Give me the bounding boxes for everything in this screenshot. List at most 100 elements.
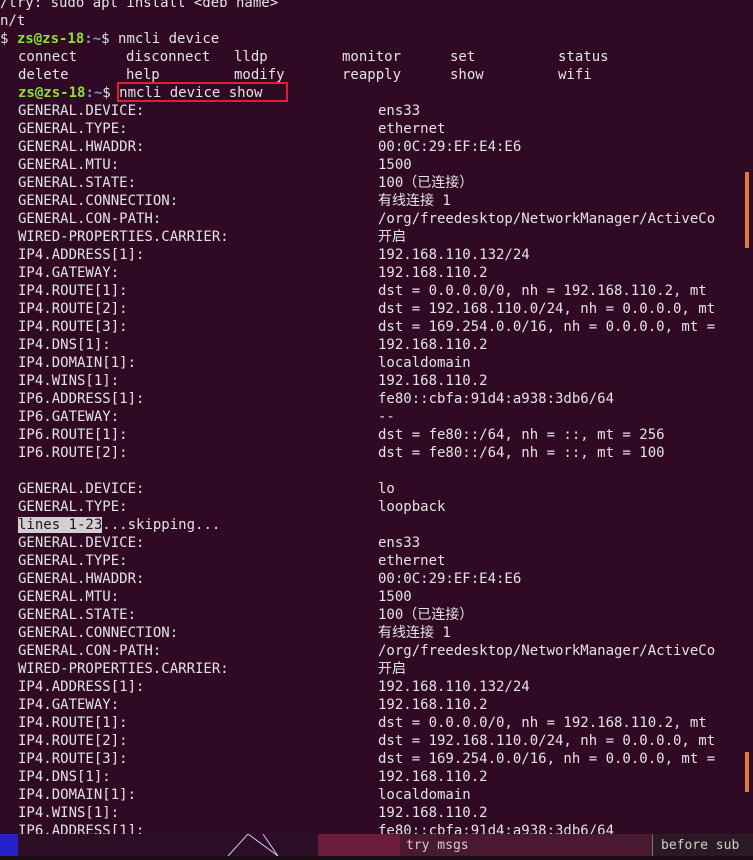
property-line: IP4.WINS[1]: 192.168.110.2 bbox=[0, 804, 488, 822]
property-key: IP4.DOMAIN[1]: bbox=[18, 355, 137, 371]
completion-item: show bbox=[450, 67, 484, 83]
property-key: GENERAL.CONNECTION: bbox=[18, 193, 179, 209]
property-key: GENERAL.HWADDR: bbox=[18, 139, 145, 155]
property-key: GENERAL.DEVICE: bbox=[18, 535, 145, 551]
property-key: IP4.ROUTE[3]: bbox=[18, 751, 128, 767]
property-line: GENERAL.STATE: 100（已连接） bbox=[0, 606, 473, 624]
property-key: IP4.DNS[1]: bbox=[18, 769, 111, 785]
completion-item: reapply bbox=[342, 67, 402, 83]
property-line: IP4.DNS[1]: 192.168.110.2 bbox=[0, 336, 488, 354]
scrollbar-marker[interactable] bbox=[745, 752, 749, 792]
property-value: dst = 192.168.110.0/24, nh = 0.0.0.0, mt bbox=[378, 733, 716, 749]
property-line: GENERAL.HWADDR: 00:0C:29:EF:E4:E6 bbox=[0, 138, 521, 156]
property-line: IP4.GATEWAY: 192.168.110.2 bbox=[0, 264, 488, 282]
property-line: IP4.GATEWAY: 192.168.110.2 bbox=[0, 696, 488, 714]
device-info-block: GENERAL.DEVICE: ens33 GENERAL.TYPE: etherne… bbox=[0, 102, 715, 462]
property-value: 100（已连接） bbox=[378, 175, 474, 191]
device-info-block: GENERAL.DEVICE: ens33 GENERAL.TYPE: etherne… bbox=[0, 534, 715, 834]
background-window-strip[interactable] bbox=[18, 833, 753, 857]
completion-item: monitor bbox=[342, 49, 402, 65]
prompt-user: zs@zs-18 bbox=[16, 31, 85, 47]
scrollbar-marker[interactable] bbox=[745, 172, 749, 248]
property-value: localdomain bbox=[378, 355, 471, 371]
property-value: 192.168.110.132/24 bbox=[378, 679, 530, 695]
property-key: IP6.ADDRESS[1]: bbox=[18, 391, 145, 407]
property-key: IP4.DOMAIN[1]: bbox=[18, 787, 137, 803]
property-value: 192.168.110.2 bbox=[378, 265, 488, 281]
property-line: GENERAL.MTU: 1500 bbox=[0, 156, 412, 174]
property-value: 1500 bbox=[378, 589, 412, 605]
property-value: dst = 169.254.0.0/16, nh = 0.0.0.0, mt = bbox=[378, 751, 716, 767]
property-value: localdomain bbox=[378, 787, 471, 803]
property-line: GENERAL.HWADDR: 00:0C:29:EF:E4:E6 bbox=[0, 570, 521, 588]
pager-status-highlight: lines 1-23 bbox=[18, 517, 103, 533]
property-line: IP6.ROUTE[1]: dst = fe80::/64, nh = ::, m… bbox=[0, 426, 665, 444]
property-key: IP4.DNS[1]: bbox=[18, 337, 111, 353]
property-key: GENERAL.TYPE: bbox=[18, 553, 128, 569]
prompt-line: $ zs@zs-18:~$ nmcli device bbox=[0, 31, 220, 47]
property-value: 192.168.110.2 bbox=[378, 697, 488, 713]
property-value: lo bbox=[378, 481, 395, 497]
property-line: IP4.ROUTE[3]: dst = 169.254.0.0/16, nh = … bbox=[0, 750, 715, 768]
property-line: IP4.DOMAIN[1]: localdomain bbox=[0, 786, 471, 804]
property-key: IP4.ADDRESS[1]: bbox=[18, 679, 145, 695]
property-key: IP6.GATEWAY: bbox=[18, 409, 120, 425]
property-value: -- bbox=[378, 409, 395, 425]
property-value: ethernet bbox=[378, 121, 446, 137]
completion-item: set bbox=[450, 49, 476, 65]
property-value: ens33 bbox=[378, 103, 421, 119]
property-line: IP4.ROUTE[1]: dst = 0.0.0.0/0, nh = 192.1… bbox=[0, 282, 707, 300]
terminal-window[interactable]: /try: sudo apt install <deb name> n/t $ … bbox=[0, 0, 753, 834]
property-line: WIRED-PROPERTIES.CARRIER: 开启 bbox=[0, 660, 406, 678]
property-line: IP4.ROUTE[2]: dst = 192.168.110.0/24, nh … bbox=[0, 732, 715, 750]
completion-item: lldp bbox=[234, 49, 268, 65]
property-value: 192.168.110.2 bbox=[378, 373, 488, 389]
property-value: 192.168.110.2 bbox=[378, 337, 488, 353]
property-line: GENERAL.DEVICE: ens33 bbox=[0, 102, 420, 120]
property-line: IP4.ADDRESS[1]: 192.168.110.132/24 bbox=[0, 246, 530, 264]
property-line: GENERAL.DEVICE: ens33 bbox=[0, 534, 420, 552]
property-key: GENERAL.STATE: bbox=[18, 175, 137, 191]
prompt-user: zs@zs-18 bbox=[18, 85, 86, 101]
property-value: dst = fe80::/64, nh = ::, mt = 100 bbox=[378, 445, 665, 461]
property-key: IP4.ROUTE[2]: bbox=[18, 301, 128, 317]
property-key: GENERAL.MTU: bbox=[18, 157, 120, 173]
property-key: GENERAL.DEVICE: bbox=[18, 481, 145, 497]
property-key: GENERAL.CON-PATH: bbox=[18, 643, 162, 659]
property-line: IP4.DNS[1]: 192.168.110.2 bbox=[0, 768, 488, 786]
output-line: n/t bbox=[0, 13, 26, 29]
property-key: IP4.ROUTE[3]: bbox=[18, 319, 128, 335]
property-line: GENERAL.CONNECTION: 有线连接 1 bbox=[0, 192, 451, 210]
completion-row: connect disconnect lldp monitor set status bbox=[0, 48, 609, 66]
property-line: IP4.ADDRESS[1]: 192.168.110.132/24 bbox=[0, 678, 530, 696]
property-key: GENERAL.DEVICE: bbox=[18, 103, 145, 119]
property-line: IP6.ROUTE[2]: dst = fe80::/64, nh = ::, m… bbox=[0, 444, 665, 462]
background-window[interactable]: before sub bbox=[652, 834, 753, 856]
property-line: WIRED-PROPERTIES.CARRIER: 开启 bbox=[0, 228, 406, 246]
property-value: ethernet bbox=[378, 553, 446, 569]
annotation-highlight-box bbox=[117, 82, 288, 102]
property-line: IP4.ROUTE[1]: dst = 0.0.0.0/0, nh = 192.1… bbox=[0, 714, 707, 732]
property-value: 有线连接 1 bbox=[378, 625, 451, 641]
completion-item: disconnect bbox=[126, 49, 211, 65]
property-key: GENERAL.MTU: bbox=[18, 589, 120, 605]
prompt-path: :~ bbox=[85, 85, 103, 101]
property-key: IP4.GATEWAY: bbox=[18, 697, 120, 713]
pager-status-line: lines 1-23...skipping... bbox=[18, 517, 221, 533]
completion-item: status bbox=[558, 49, 609, 65]
property-value: /org/freedesktop/NetworkManager/ActiveCo bbox=[378, 643, 716, 659]
property-line: GENERAL.CONNECTION: 有线连接 1 bbox=[0, 624, 451, 642]
property-line: IP4.ROUTE[2]: dst = 192.168.110.0/24, nh … bbox=[0, 300, 715, 318]
background-text: before sub bbox=[661, 838, 740, 853]
property-key: IP4.ROUTE[1]: bbox=[18, 715, 128, 731]
property-line: IP6.GATEWAY: -- bbox=[0, 408, 395, 426]
prompt-line: zs@zs-18:~$ nmcli device show bbox=[0, 82, 288, 102]
property-key: IP4.ADDRESS[1]: bbox=[18, 247, 145, 263]
completion-item: delete bbox=[18, 67, 69, 83]
wallpaper-lines bbox=[227, 833, 279, 857]
background-text: try msgs bbox=[406, 838, 469, 853]
property-line: IP4.ROUTE[3]: dst = 169.254.0.0/16, nh = … bbox=[0, 318, 715, 336]
property-key: IP4.WINS[1]: bbox=[18, 805, 120, 821]
property-line: GENERAL.DEVICE: lo bbox=[0, 480, 395, 498]
